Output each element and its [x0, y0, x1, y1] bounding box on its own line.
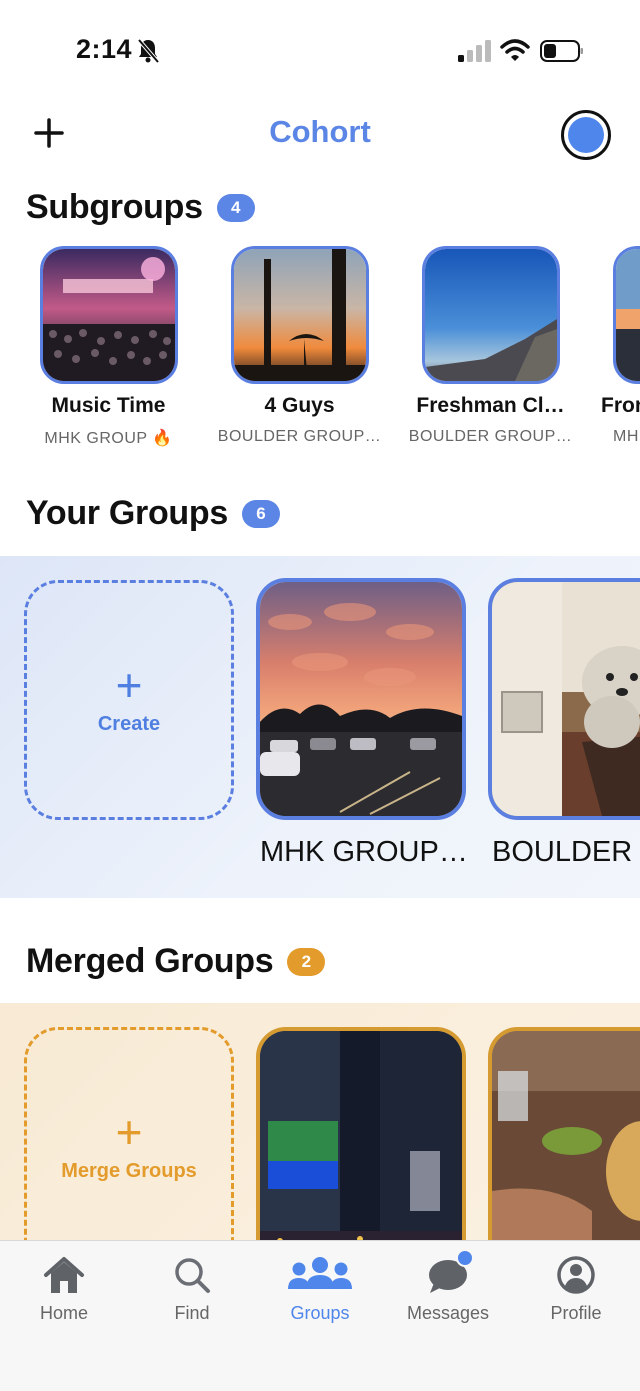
mountain-sky-photo	[421, 246, 560, 384]
subgroups-header: Subgroups 4	[26, 188, 255, 227]
merged-card-dinner[interactable]	[488, 1027, 640, 1243]
section-title: Subgroups	[26, 188, 203, 226]
palm-sunset-photo	[230, 246, 369, 384]
tab-find[interactable]: Find	[128, 1255, 256, 1324]
tab-messages[interactable]: Messages	[384, 1249, 512, 1324]
tab-profile[interactable]: Profile	[512, 1255, 640, 1324]
tab-label: Find	[174, 1303, 210, 1323]
subgroup-name: Music Time	[51, 394, 166, 417]
dog-photo	[488, 578, 640, 820]
notification-dot	[456, 1249, 474, 1267]
avatar-button[interactable]	[561, 110, 611, 160]
group-name: MHK GROUP…	[260, 836, 466, 868]
subgroup-parent: BOULDER GROUP…	[217, 428, 382, 445]
header: Cohort	[0, 100, 640, 170]
count-badge: 4	[216, 193, 255, 222]
home-icon	[44, 1257, 84, 1293]
status-bar: 2:14	[0, 0, 640, 100]
create-label: Create	[97, 712, 161, 735]
avatar-icon	[568, 117, 604, 153]
subgroup-item-freshman[interactable]: Freshman Cl… BOULDER GROUP…	[398, 246, 583, 446]
tab-label: Messages	[406, 1303, 490, 1323]
create-group-button[interactable]: + Create	[24, 580, 234, 820]
city-night-photo	[256, 1027, 466, 1243]
subgroup-item-4-guys[interactable]: 4 Guys BOULDER GROUP…	[207, 246, 392, 446]
plus-icon: +	[115, 1105, 143, 1158]
merge-label: Merge Groups	[61, 1159, 197, 1182]
status-time: 2:14	[76, 34, 133, 64]
profile-icon	[557, 1256, 595, 1294]
beach-photo	[613, 246, 640, 384]
subgroup-name: 4 Guys	[264, 394, 335, 417]
count-badge: 6	[241, 499, 280, 528]
group-card-boulder[interactable]: BOULDER	[488, 578, 640, 869]
tab-label: Home	[39, 1303, 88, 1323]
sunset-parking-photo	[256, 578, 466, 820]
dinner-table-photo	[488, 1027, 640, 1243]
merged-card-times-square[interactable]	[256, 1027, 466, 1243]
battery-icon	[540, 40, 583, 62]
merge-groups-button[interactable]: + Merge Groups	[24, 1027, 234, 1243]
subgroup-parent: MHK GROUP 🔥	[44, 430, 173, 447]
wifi-icon	[500, 39, 530, 61]
merged-groups-header: Merged Groups 2	[26, 942, 326, 981]
concert-photo	[39, 246, 178, 384]
subgroup-item-music-time[interactable]: Music Time MHK GROUP 🔥	[16, 246, 201, 448]
subgroup-parent: MH	[613, 428, 639, 445]
group-card-mhk[interactable]: MHK GROUP…	[256, 578, 466, 869]
groups-icon	[288, 1257, 352, 1289]
merged-groups-list: + Merge Groups	[0, 1003, 640, 1243]
bell-muted-icon	[137, 38, 160, 64]
count-badge: 2	[287, 947, 326, 976]
tab-home[interactable]: Home	[0, 1255, 128, 1324]
plus-icon: +	[115, 658, 143, 711]
search-icon	[175, 1258, 210, 1293]
subgroup-name: Fron	[601, 394, 640, 417]
subgroup-parent: BOULDER GROUP…	[408, 428, 573, 445]
your-groups-header: Your Groups 6	[26, 494, 280, 533]
subgroup-item-partial[interactable]: Fron MH	[589, 246, 640, 446]
subgroups-list: Music Time MHK GROUP 🔥 4 Guys BOULDER GR…	[0, 246, 640, 466]
section-title: Your Groups	[26, 494, 228, 532]
section-title: Merged Groups	[26, 942, 274, 980]
your-groups-list: + Create MHK GROUP… BOULDER	[0, 556, 640, 898]
app-title: Cohort	[269, 114, 371, 149]
tab-groups[interactable]: Groups	[256, 1255, 384, 1324]
tab-bar: Home Find Groups Messages Profile	[0, 1240, 640, 1391]
tab-label: Profile	[550, 1303, 602, 1323]
tab-label: Groups	[290, 1303, 350, 1323]
subgroup-name: Freshman Cl…	[416, 394, 565, 417]
group-name: BOULDER	[492, 836, 633, 868]
cellular-signal-icon	[458, 40, 491, 62]
